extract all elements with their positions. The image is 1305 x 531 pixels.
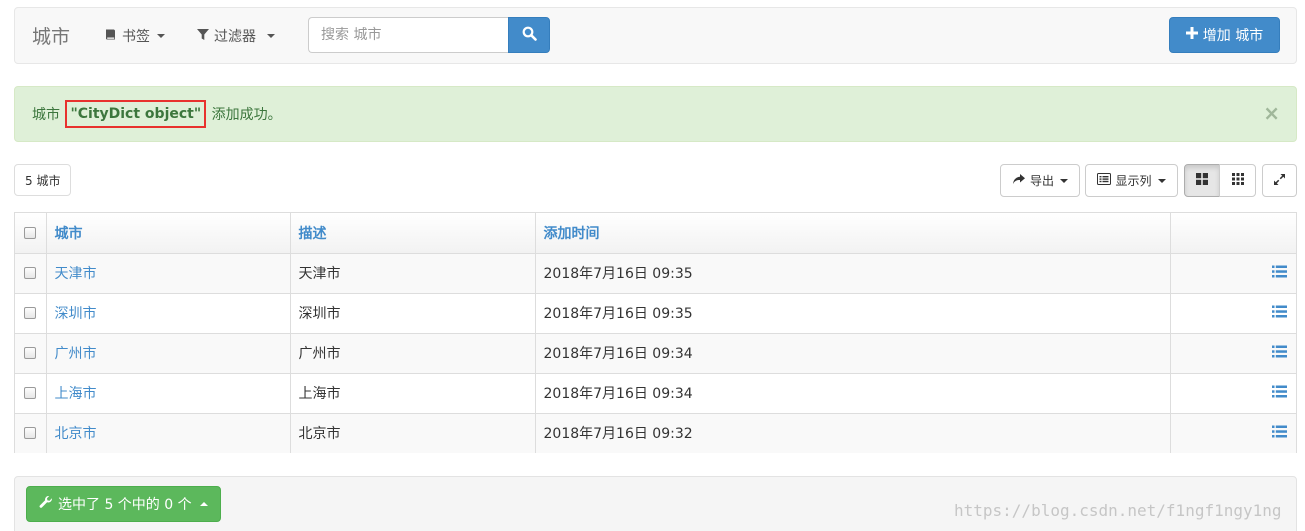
city-description: 广州市 <box>290 333 536 374</box>
fullscreen-button[interactable] <box>1262 164 1297 197</box>
column-header-description[interactable]: 描述 <box>290 213 536 254</box>
grid-large-view-button[interactable] <box>1184 164 1220 197</box>
alert-object-name: "CityDict object" <box>70 106 202 122</box>
columns-button[interactable]: 显示列 <box>1085 164 1178 197</box>
row-checkbox[interactable] <box>24 427 37 440</box>
table-row: 深圳市 深圳市 2018年7月16日 09:35 <box>15 293 1296 334</box>
city-added-time: 2018年7月16日 09:32 <box>535 413 1171 453</box>
th-icon <box>1231 173 1244 188</box>
city-description: 北京市 <box>290 413 536 453</box>
city-link[interactable]: 深圳市 <box>55 306 97 322</box>
table-row: 北京市 北京市 2018年7月16日 09:32 <box>15 413 1296 453</box>
search-icon <box>522 26 537 45</box>
batch-actions-button[interactable]: 选中了 5 个中的 0 个 <box>26 486 221 522</box>
chevron-up-icon <box>199 502 208 506</box>
wrench-icon <box>39 495 53 513</box>
list-icon[interactable] <box>1272 305 1287 322</box>
grid-small-view-button[interactable] <box>1219 164 1256 197</box>
top-navbar: 城市 书签 过滤器 增加 城市 <box>14 7 1297 64</box>
city-added-time: 2018年7月16日 09:35 <box>535 253 1171 294</box>
table-row: 上海市 上海市 2018年7月16日 09:34 <box>15 373 1296 414</box>
chevron-down-icon <box>1157 178 1166 183</box>
search-button[interactable] <box>508 17 550 53</box>
plus-icon <box>1185 27 1198 43</box>
fullscreen-icon <box>1274 173 1285 188</box>
close-icon[interactable]: × <box>1263 101 1280 125</box>
book-icon <box>104 28 117 45</box>
batch-actions-label: 选中了 5 个中的 0 个 <box>58 497 192 513</box>
row-checkbox[interactable] <box>24 387 37 399</box>
search-input[interactable] <box>308 17 508 53</box>
city-link[interactable]: 天津市 <box>55 266 97 282</box>
row-checkbox[interactable] <box>24 347 37 359</box>
share-icon <box>1012 173 1026 188</box>
highlight-box: "CityDict object" <box>65 100 207 128</box>
bookmarks-dropdown[interactable]: 书签 <box>104 26 165 46</box>
city-added-time: 2018年7月16日 09:35 <box>535 293 1171 334</box>
filter-icon <box>197 28 209 45</box>
city-table: 城市 描述 添加时间 天津市 天津市 2018年7月16日 09:35 深圳市 … <box>14 212 1297 453</box>
alert-prefix: 城市 <box>32 107 65 123</box>
column-header-city[interactable]: 城市 <box>46 213 291 254</box>
chevron-down-icon <box>1060 178 1068 183</box>
table-row: 广州市 广州市 2018年7月16日 09:34 <box>15 333 1296 374</box>
success-alert: 城市 "CityDict object" 添加成功。 × <box>14 86 1297 142</box>
filter-label: 过滤器 <box>214 29 256 45</box>
filter-dropdown[interactable]: 过滤器 <box>197 26 275 46</box>
columns-label: 显示列 <box>1115 174 1152 188</box>
watermark: https://blog.csdn.net/f1ngf1ngy1ng <box>954 501 1282 520</box>
city-link[interactable]: 北京市 <box>55 426 97 442</box>
record-count-badge: 5 城市 <box>14 164 72 196</box>
city-link[interactable]: 上海市 <box>55 386 97 402</box>
add-city-button[interactable]: 增加 城市 <box>1169 17 1280 53</box>
list-icon[interactable] <box>1272 385 1287 402</box>
export-label: 导出 <box>1029 174 1054 188</box>
list-icon[interactable] <box>1272 345 1287 362</box>
alert-suffix: 添加成功。 <box>207 107 282 123</box>
th-large-icon <box>1196 173 1208 188</box>
table-row: 天津市 天津市 2018年7月16日 09:35 <box>15 253 1296 294</box>
bookmarks-label: 书签 <box>122 29 150 45</box>
add-city-label: 增加 城市 <box>1202 28 1264 44</box>
table-header-row: 城市 描述 添加时间 <box>15 213 1296 254</box>
list-icon[interactable] <box>1272 265 1287 282</box>
city-description: 深圳市 <box>290 293 536 334</box>
list-alt-icon <box>1097 173 1112 188</box>
city-link[interactable]: 广州市 <box>55 346 97 362</box>
city-description: 天津市 <box>290 253 536 294</box>
row-checkbox[interactable] <box>24 267 37 279</box>
city-description: 上海市 <box>290 373 536 414</box>
city-added-time: 2018年7月16日 09:34 <box>535 373 1171 414</box>
page-brand[interactable]: 城市 <box>32 22 70 49</box>
chevron-down-icon <box>157 34 165 38</box>
column-header-added-time[interactable]: 添加时间 <box>535 213 1171 254</box>
select-all-checkbox[interactable] <box>24 226 37 239</box>
row-checkbox[interactable] <box>24 307 37 319</box>
city-added-time: 2018年7月16日 09:34 <box>535 333 1171 374</box>
list-icon[interactable] <box>1272 425 1287 442</box>
export-button[interactable]: 导出 <box>1000 164 1080 197</box>
chevron-down-icon <box>267 34 275 38</box>
